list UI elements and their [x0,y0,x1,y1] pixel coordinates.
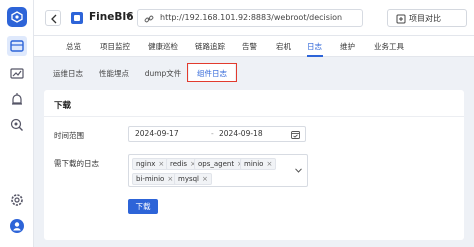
top-bar: FineBI6 http://192.168.101.92:8883/webro… [34,0,474,36]
time-range-label: 时间范围 [54,131,84,140]
link-icon [144,15,154,23]
tab-ops-log[interactable]: 运维日志 [48,64,88,82]
close-icon[interactable]: × [158,160,164,168]
project-compare-label: 项目对比 [409,14,441,23]
nav-item-business-tools[interactable]: 业务工具 [374,41,404,52]
search-icon[interactable] [9,117,25,133]
nav-item-maintenance[interactable]: 维护 [340,41,355,52]
project-compare-button[interactable]: 项目对比 [387,9,467,27]
alarm-icon[interactable] [9,91,25,107]
log-tag-label: mysql [178,175,199,183]
logo-icon[interactable] [7,7,27,27]
back-button[interactable] [45,10,61,26]
download-button[interactable]: 下载 [128,199,158,214]
download-panel: 下载 时间范围 2024-09-17 - 2024-09-18 需下载的日志 n… [44,90,464,240]
log-tag-label: nginx [136,160,156,168]
app-icon [71,12,83,24]
date-range-separator: - [211,129,214,138]
tab-performance-tracking[interactable]: 性能埋点 [94,64,134,82]
url-text: http://192.168.101.92:8883/webroot/decis… [160,13,343,22]
nav-item-health-check[interactable]: 健康巡检 [148,41,178,52]
nav-item-downtime[interactable]: 宕机 [276,41,291,52]
settings-icon[interactable] [9,192,25,208]
start-date[interactable]: 2024-09-17 [135,129,179,138]
logs-to-download-label: 需下载的日志 [54,159,99,168]
compare-icon [396,14,406,24]
panel-divider [44,116,464,117]
log-tag: nginx × [132,158,169,170]
log-tag: mysql × [174,173,212,185]
main-nav: 总览 项目监控 健康巡检 链路追踪 告警 宕机 日志 维护 业务工具 [34,36,474,57]
log-tag-label: bi-minio [136,175,165,183]
nav-item-project-monitor[interactable]: 项目监控 [100,41,130,52]
log-tag: minio × [240,158,277,170]
close-icon[interactable]: × [202,175,208,183]
monitor-icon[interactable] [7,36,27,56]
nav-item-alert[interactable]: 告警 [242,41,257,52]
nav-item-overview[interactable]: 总览 [66,41,81,52]
chevron-down-icon[interactable] [295,168,302,173]
tab-dump-files[interactable]: dump文件 [140,64,186,82]
log-tag: bi-minio × [132,173,178,185]
active-nav-indicator [307,55,323,57]
log-tag-label: minio [244,160,264,168]
highlight-box [187,63,237,82]
logs-multiselect[interactable]: nginx× redis× ops_agent× minio× bi-minio… [128,154,308,187]
log-subtabs: 运维日志 性能埋点 dump文件 组件日志 [44,64,464,82]
nav-item-trace[interactable]: 链路追踪 [195,41,225,52]
log-tag-label: ops_agent [198,160,235,168]
end-date[interactable]: 2024-09-18 [219,129,263,138]
date-range-picker[interactable]: 2024-09-17 - 2024-09-18 [128,126,306,142]
chevron-down-icon[interactable] [126,14,132,18]
close-icon[interactable]: × [167,175,173,183]
chart-icon[interactable] [9,66,25,82]
nav-item-logs[interactable]: 日志 [307,41,322,52]
close-icon[interactable]: × [266,160,272,168]
log-tag-label: redis [170,160,188,168]
calendar-icon[interactable] [291,130,300,139]
panel-title: 下载 [54,101,72,111]
user-icon[interactable] [9,218,25,234]
url-field[interactable]: http://192.168.101.92:8883/webroot/decis… [137,9,363,27]
sidebar [0,0,34,247]
